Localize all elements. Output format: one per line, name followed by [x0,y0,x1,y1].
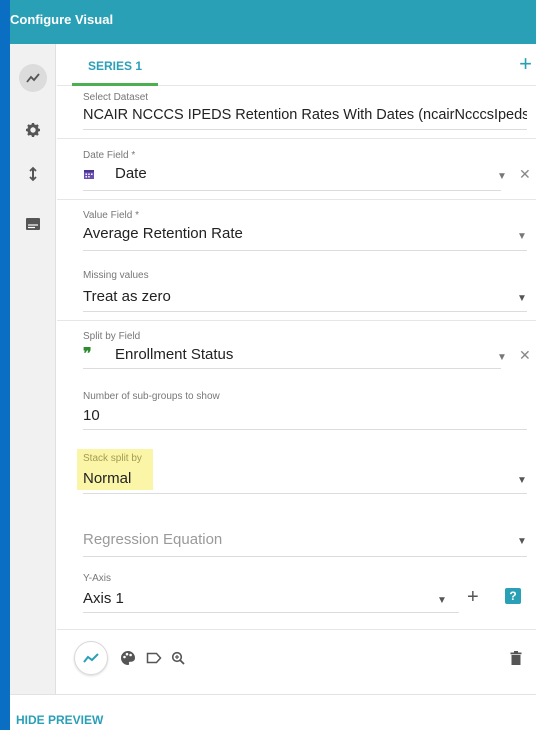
date-field-label: Date Field * [83,150,136,161]
clear-split-field-button[interactable]: ✕ [519,347,531,364]
chevron-down-icon[interactable]: ▼ [497,171,507,182]
series-config: SERIES 1 + Select Dataset NCAIR NCCCS IP… [57,44,536,694]
value-field-underline [83,250,527,251]
split-by-field-select[interactable]: Split by Field ❞ Enrollment Status ▼ ✕ [83,331,531,371]
stack-split-by-underline [83,493,527,494]
y-axis-label: Y-Axis [83,573,111,584]
stack-split-by-select[interactable]: Stack split by Normal ▼ [83,453,527,494]
regression-underline [83,556,527,557]
panel-header: Configure Visual [10,0,536,44]
dataset-underline [83,129,527,130]
missing-values-underline [83,311,527,312]
divider [57,629,536,630]
y-axis-select[interactable]: Y-Axis Axis 1 ▼ + ? [83,573,527,613]
series-tabs: SERIES 1 + [57,44,536,86]
split-by-field-value: Enrollment Status [115,346,234,363]
configure-visual-panel: Configure Visual SERIES 1 + Select Datas… [10,0,536,730]
stack-split-by-label: Stack split by [83,453,142,464]
series-line-tool-button[interactable] [74,641,108,675]
regression-equation-placeholder: Regression Equation [83,531,223,548]
palette-icon[interactable] [119,649,137,667]
value-field-label: Value Field * [83,210,139,221]
gear-icon[interactable] [19,116,47,144]
y-axis-value: Axis 1 [83,590,124,607]
subgroups-input[interactable]: Number of sub-groups to show 10 [83,391,527,431]
date-field-value: Date [115,165,147,182]
sidebar [10,44,56,694]
date-field-underline [83,190,501,191]
chevron-down-icon[interactable]: ▼ [517,293,527,304]
chevron-down-icon[interactable]: ▼ [517,475,527,486]
zoom-icon[interactable] [169,649,187,667]
stack-split-by-value: Normal [83,470,132,487]
panel-title: Configure Visual [10,12,114,27]
dataset-label: Select Dataset [83,92,149,103]
tab-series-1[interactable]: SERIES 1 [72,44,158,86]
clear-date-field-button[interactable]: ✕ [519,166,531,183]
chevron-down-icon[interactable]: ▼ [517,231,527,242]
split-by-field-label: Split by Field [83,331,141,342]
chevron-down-icon[interactable]: ▼ [517,536,527,547]
dataset-value: NCAIR NCCCS IPEDS Retention Rates With D… [83,107,527,123]
value-field-value: Average Retention Rate [83,225,243,242]
dataset-select[interactable]: Select Dataset NCAIR NCCCS IPEDS Retenti… [83,92,527,130]
split-by-field-underline [83,368,501,369]
label-tag-icon[interactable] [145,649,163,667]
calendar-icon [83,167,95,185]
vertical-resize-icon[interactable] [19,160,47,188]
trash-icon[interactable] [507,649,525,667]
y-axis-underline [83,612,459,613]
missing-values-label: Missing values [83,270,149,281]
divider [57,138,536,139]
help-icon[interactable]: ? [505,588,521,604]
hide-preview-button[interactable]: HIDE PREVIEW [16,713,103,727]
missing-values-select[interactable]: Missing values Treat as zero ▼ [83,270,527,312]
series-chart-icon[interactable] [19,64,47,92]
missing-values-value: Treat as zero [83,288,171,305]
date-field-select[interactable]: Date Field * Date ▼ ✕ [83,150,531,191]
panel-footer: HIDE PREVIEW [10,694,536,730]
chevron-down-icon[interactable]: ▼ [497,352,507,363]
subgroups-label: Number of sub-groups to show [83,391,220,402]
active-tab-indicator [72,83,158,86]
divider [57,320,536,321]
value-field-select[interactable]: Value Field * Average Retention Rate ▼ [83,210,527,251]
regression-equation-select[interactable]: Regression Equation ▼ [83,523,527,557]
add-series-button[interactable]: + [519,52,532,76]
add-axis-button[interactable]: + [467,586,479,609]
legend-icon[interactable] [19,210,47,238]
quote-string-icon: ❞ [83,344,92,363]
divider [57,199,536,200]
chevron-down-icon[interactable]: ▼ [437,595,447,606]
subgroups-value: 10 [83,407,100,424]
subgroups-underline [83,429,527,430]
